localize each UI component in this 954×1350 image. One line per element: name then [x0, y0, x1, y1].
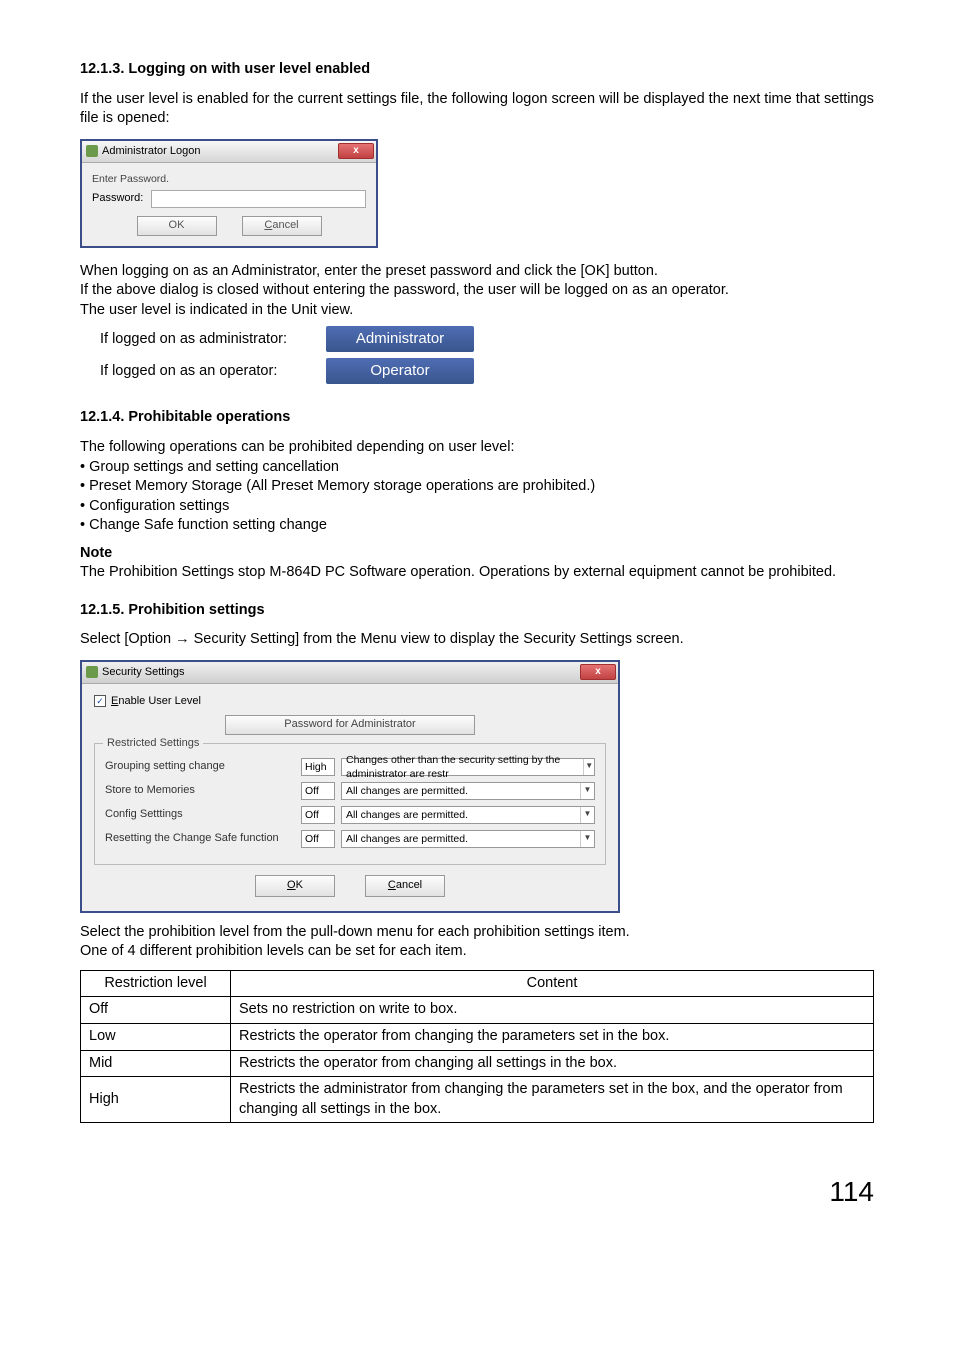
cell-level: High	[81, 1077, 231, 1123]
restriction-select[interactable]: All changes are permitted. ▼	[341, 806, 595, 824]
fieldset-legend: Restricted Settings	[103, 736, 203, 751]
cell-content: Restricts the operator from changing the…	[231, 1023, 874, 1050]
heading-12-1-3: 12.1.3. Logging on with user level enabl…	[80, 60, 874, 80]
cancel-button[interactable]: Cancel	[242, 216, 322, 236]
app-icon	[86, 666, 98, 678]
table-header-level: Restriction level	[81, 970, 231, 997]
cell-content: Sets no restriction on write to box.	[231, 997, 874, 1024]
cancel-rest: ancel	[396, 878, 422, 893]
dialog-titlebar: Security Settings x	[82, 662, 618, 684]
paragraph: Select the prohibition level from the pu…	[80, 923, 874, 943]
setting-name: Store to Memories	[105, 783, 295, 798]
paragraph: If the user level is enabled for the cur…	[80, 90, 874, 129]
cell-level: Mid	[81, 1050, 231, 1077]
password-input[interactable]	[151, 190, 366, 208]
table-row: Off Sets no restriction on write to box.	[81, 997, 874, 1024]
select-value: Changes other than the security setting …	[346, 753, 583, 781]
chevron-down-icon: ▼	[580, 807, 594, 823]
select-value: All changes are permitted.	[346, 832, 468, 846]
app-icon	[86, 145, 98, 157]
chevron-down-icon: ▼	[580, 783, 594, 799]
close-button[interactable]: x	[338, 143, 374, 159]
administrator-logon-dialog: Administrator Logon x Enter Password. Pa…	[80, 139, 378, 248]
dialog-body: Enter Password. Password: OK Cancel	[82, 163, 376, 246]
table-row: Low Restricts the operator from changing…	[81, 1023, 874, 1050]
paragraph: If the above dialog is closed without en…	[80, 281, 874, 301]
close-button[interactable]: x	[580, 664, 616, 680]
cancel-mnemonic: C	[264, 218, 272, 233]
cell-level: Off	[81, 997, 231, 1024]
setting-name: Resetting the Change Safe function	[105, 831, 295, 846]
cell-content: Restricts the administrator from changin…	[231, 1077, 874, 1123]
paragraph: One of 4 different prohibition levels ca…	[80, 942, 874, 962]
setting-row: Store to Memories Off All changes are pe…	[105, 782, 595, 800]
ok-button[interactable]: OK	[137, 216, 217, 236]
page-number: 114	[80, 1173, 874, 1211]
security-settings-dialog: Security Settings x ✓ Enable User Level …	[80, 660, 620, 913]
level-box: Off	[301, 782, 335, 800]
ok-rest: K	[296, 878, 303, 893]
heading-12-1-5: 12.1.5. Prohibition settings	[80, 601, 874, 621]
cancel-button[interactable]: Cancel	[365, 875, 445, 897]
cell-level: Low	[81, 1023, 231, 1050]
dialog-body: ✓ Enable User Level Password for Adminis…	[82, 684, 618, 911]
level-box: Off	[301, 830, 335, 848]
restriction-table: Restriction level Content Off Sets no re…	[80, 970, 874, 1123]
enable-user-level-label: Enable User Level	[111, 694, 201, 709]
role-pill-operator: Operator	[326, 358, 474, 384]
bullet: • Group settings and setting cancellatio…	[80, 458, 874, 478]
logged-on-admin-label: If logged on as administrator:	[100, 330, 312, 350]
paragraph: The user level is indicated in the Unit …	[80, 301, 874, 321]
chevron-down-icon: ▼	[580, 831, 594, 847]
chevron-down-icon: ▼	[583, 759, 594, 775]
heading-12-1-4: 12.1.4. Prohibitable operations	[80, 408, 874, 428]
select-value: All changes are permitted.	[346, 784, 468, 798]
enter-password-label: Enter Password.	[92, 172, 366, 186]
cancel-rest: ancel	[272, 218, 298, 233]
dialog-titlebar: Administrator Logon x	[82, 141, 376, 163]
table-row: High Restricts the administrator from ch…	[81, 1077, 874, 1123]
restricted-settings-fieldset: Restricted Settings Grouping setting cha…	[94, 743, 606, 865]
bullet: • Preset Memory Storage (All Preset Memo…	[80, 477, 874, 497]
enable-rest: nable User Level	[118, 695, 201, 707]
bullet: • Change Safe function setting change	[80, 516, 874, 536]
dialog-title: Security Settings	[102, 665, 185, 680]
setting-name: Config Setttings	[105, 807, 295, 822]
setting-row: Grouping setting change High Changes oth…	[105, 758, 595, 776]
restriction-select[interactable]: All changes are permitted. ▼	[341, 830, 595, 848]
level-box: High	[301, 758, 335, 776]
restriction-select[interactable]: All changes are permitted. ▼	[341, 782, 595, 800]
setting-row: Config Setttings Off All changes are per…	[105, 806, 595, 824]
role-pill-administrator: Administrator	[326, 326, 474, 352]
setting-row: Resetting the Change Safe function Off A…	[105, 830, 595, 848]
ok-button[interactable]: OK	[255, 875, 335, 897]
ok-mnemonic: O	[287, 878, 296, 893]
paragraph: Select [Option → Security Setting] from …	[80, 630, 874, 650]
cell-content: Restricts the operator from changing all…	[231, 1050, 874, 1077]
bullet: • Configuration settings	[80, 497, 874, 517]
password-label: Password:	[92, 191, 143, 206]
table-row: Mid Restricts the operator from changing…	[81, 1050, 874, 1077]
note-heading: Note	[80, 544, 874, 564]
restriction-select[interactable]: Changes other than the security setting …	[341, 758, 595, 776]
note-body: The Prohibition Settings stop M-864D PC …	[80, 563, 874, 583]
paragraph: When logging on as an Administrator, ent…	[80, 262, 874, 282]
select-value: All changes are permitted.	[346, 808, 468, 822]
paragraph: The following operations can be prohibit…	[80, 438, 874, 458]
cancel-mnemonic: C	[388, 878, 396, 893]
password-for-admin-button[interactable]: Password for Administrator	[225, 715, 475, 735]
level-box: Off	[301, 806, 335, 824]
logged-on-operator-label: If logged on as an operator:	[100, 362, 312, 382]
setting-name: Grouping setting change	[105, 759, 295, 774]
dialog-title: Administrator Logon	[102, 144, 200, 159]
enable-user-level-checkbox[interactable]: ✓	[94, 695, 106, 707]
table-header-content: Content	[231, 970, 874, 997]
